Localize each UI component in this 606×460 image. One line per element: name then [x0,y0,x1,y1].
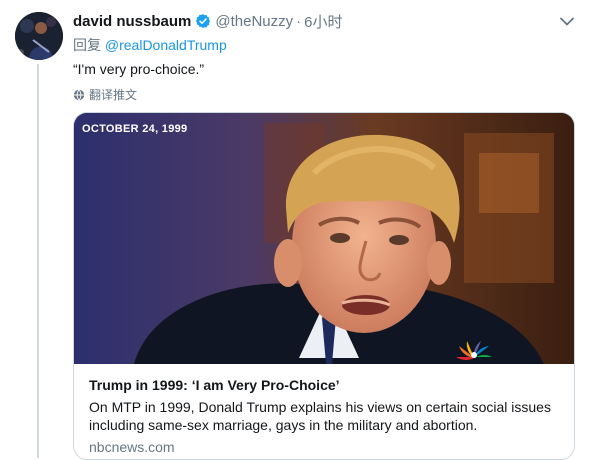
tweet-header: david nussbaum @theNuzzy · 6小时 [73,11,578,31]
tweet-text: “I'm very pro-choice.” [73,61,205,77]
verified-badge-icon [195,13,211,29]
author-name[interactable]: david nussbaum [73,13,191,30]
link-preview-card[interactable]: OCTOBER 24, 1999 Trump in 1999: ‘I am Ve… [73,112,575,460]
reply-prefix: 回复 [73,37,105,53]
reply-mention-link[interactable]: @realDonaldTrump [105,37,227,53]
header-separator: · [296,12,302,30]
author-handle[interactable]: @theNuzzy [215,13,293,30]
media-date-caption: OCTOBER 24, 1999 [82,123,188,135]
card-title: Trump in 1999: ‘I am Very Pro-Choice’ [89,377,340,393]
translate-tweet-link[interactable]: 翻译推文 [73,86,137,103]
card-description: On MTP in 1999, Donald Trump explains hi… [89,399,551,433]
tweet-timestamp[interactable]: 6小时 [304,11,342,32]
card-image: OCTOBER 24, 1999 [74,113,574,364]
chevron-down-icon[interactable] [558,12,576,30]
reply-context: 回复 @realDonaldTrump [73,35,227,55]
avatar[interactable] [15,12,63,60]
translate-label: 翻译推文 [89,88,138,102]
thread-connector-line [37,64,39,458]
card-domain: nbcnews.com [89,439,175,455]
globe-icon [73,88,85,101]
